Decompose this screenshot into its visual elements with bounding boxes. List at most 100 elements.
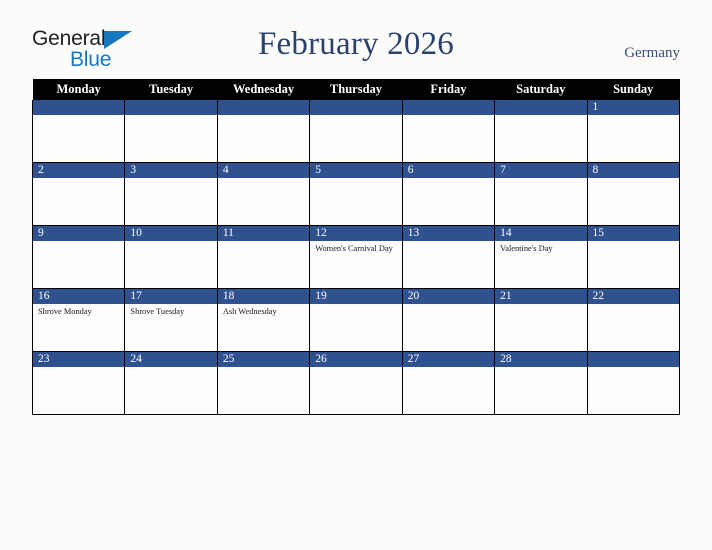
day-cell-inner: 14 Valentine's Day (495, 226, 587, 288)
holiday-event[interactable]: Shrove Monday (38, 307, 119, 318)
day-cell-inner: 25 (217, 352, 310, 414)
calendar-body: 1 2 3 4 5 6 7 8 9 10 11 12 Women's Carnival Day 13 14 V… (31, 100, 681, 415)
calendar-week-row: 23 24 25 26 27 28 (31, 351, 681, 415)
day-number: 7 (495, 163, 587, 178)
day-cell-inner: 13 (402, 226, 495, 288)
day-number: 9 (33, 226, 125, 241)
day-number: 10 (125, 226, 217, 241)
holiday-event[interactable]: Ash Wednesday (223, 307, 304, 318)
calendar-day-cell[interactable]: 25 (216, 351, 311, 415)
day-cell-inner (217, 100, 310, 162)
calendar-empty-cell[interactable] (31, 100, 126, 163)
day-cell-inner: 7 (495, 163, 587, 225)
day-number (495, 100, 587, 115)
day-number: 1 (587, 100, 679, 115)
day-number: 15 (587, 226, 679, 241)
day-number: 28 (495, 352, 587, 367)
page-header: General Blue February 2026 Germany (0, 0, 712, 78)
day-cell-inner (125, 100, 217, 162)
holiday-event[interactable]: Valentine's Day (500, 244, 581, 255)
holiday-event[interactable]: Shrove Tuesday (130, 307, 211, 318)
day-number: 17 (125, 289, 217, 304)
calendar-day-cell[interactable]: 12 Women's Carnival Day (309, 225, 403, 289)
calendar-day-cell[interactable]: 4 (216, 162, 311, 226)
day-cell-inner: 8 (587, 163, 679, 225)
event-list: Ash Wednesday (218, 304, 309, 318)
day-number: 20 (402, 289, 495, 304)
day-cell-inner: 5 (310, 163, 402, 225)
calendar-day-cell[interactable]: 1 (586, 100, 681, 163)
day-cell-inner: 26 (310, 352, 402, 414)
day-number (402, 100, 495, 115)
day-cell-inner: 4 (217, 163, 310, 225)
day-cell-inner: 23 (33, 352, 125, 414)
calendar-empty-cell[interactable] (124, 100, 218, 163)
holiday-event[interactable]: Women's Carnival Day (315, 244, 396, 255)
calendar-day-cell[interactable]: 22 (586, 288, 681, 352)
calendar-day-cell[interactable]: 27 (401, 351, 496, 415)
weekday-header-monday: Monday (32, 79, 125, 100)
day-number: 12 (310, 226, 402, 241)
calendar-day-cell[interactable]: 9 (31, 225, 126, 289)
day-cell-inner: 18 Ash Wednesday (217, 289, 310, 351)
calendar-day-cell[interactable]: 7 (494, 162, 588, 226)
calendar-day-cell[interactable]: 16 Shrove Monday (31, 288, 126, 352)
day-number: 22 (587, 289, 679, 304)
day-number: 4 (217, 163, 310, 178)
country-label: Germany (624, 45, 680, 61)
day-number: 13 (402, 226, 495, 241)
day-cell-inner: 10 (125, 226, 217, 288)
day-number: 19 (310, 289, 402, 304)
calendar-empty-cell[interactable] (309, 100, 403, 163)
calendar-empty-cell[interactable] (216, 100, 311, 163)
calendar-day-cell[interactable]: 21 (494, 288, 588, 352)
weekday-header-friday: Friday (402, 79, 495, 100)
day-cell-inner: 1 (587, 100, 679, 162)
calendar-week-row: 9 10 11 12 Women's Carnival Day 13 14 Valentine… (31, 225, 681, 289)
day-number: 11 (217, 226, 310, 241)
calendar-day-cell[interactable]: 20 (401, 288, 496, 352)
weekday-header-thursday: Thursday (309, 79, 403, 100)
day-cell-inner (33, 100, 125, 162)
calendar-day-cell[interactable]: 3 (124, 162, 218, 226)
day-cell-inner (310, 100, 402, 162)
calendar-day-cell[interactable]: 17 Shrove Tuesday (124, 288, 218, 352)
weekday-header-saturday: Saturday (494, 79, 588, 100)
calendar-day-cell[interactable]: 26 (309, 351, 403, 415)
calendar-day-cell[interactable]: 5 (309, 162, 403, 226)
day-cell-inner: 28 (495, 352, 587, 414)
calendar-day-cell[interactable]: 11 (216, 225, 311, 289)
day-cell-inner: 11 (217, 226, 310, 288)
calendar-empty-cell[interactable] (586, 351, 681, 415)
day-cell-inner: 16 Shrove Monday (33, 289, 125, 351)
calendar-day-cell[interactable]: 24 (124, 351, 218, 415)
event-list: Women's Carnival Day (310, 241, 401, 255)
calendar-empty-cell[interactable] (494, 100, 588, 163)
calendar-day-cell[interactable]: 23 (31, 351, 126, 415)
calendar-day-cell[interactable]: 10 (124, 225, 218, 289)
calendar-day-cell[interactable]: 13 (401, 225, 496, 289)
day-number: 18 (217, 289, 310, 304)
calendar-day-cell[interactable]: 2 (31, 162, 126, 226)
day-cell-inner: 6 (402, 163, 495, 225)
day-number: 5 (310, 163, 402, 178)
calendar-week-row: 16 Shrove Monday 17 Shrove Tuesday 18 Ash Wed… (31, 288, 681, 352)
day-cell-inner (402, 100, 495, 162)
day-cell-inner: 9 (33, 226, 125, 288)
day-number: 21 (495, 289, 587, 304)
calendar-empty-cell[interactable] (401, 100, 496, 163)
calendar-day-cell[interactable]: 8 (586, 162, 681, 226)
calendar-day-cell[interactable]: 15 (586, 225, 681, 289)
calendar-day-cell[interactable]: 28 (494, 351, 588, 415)
calendar-week-row: 2345678 (31, 162, 681, 226)
calendar-day-cell[interactable]: 6 (401, 162, 496, 226)
day-cell-inner: 12 Women's Carnival Day (310, 226, 402, 288)
day-cell-inner: 19 (310, 289, 402, 351)
calendar-day-cell[interactable]: 14 Valentine's Day (494, 225, 588, 289)
day-cell-inner: 22 (587, 289, 679, 351)
calendar-day-cell[interactable]: 19 (309, 288, 403, 352)
day-number: 16 (33, 289, 125, 304)
calendar-week-row: 1 (31, 100, 681, 163)
calendar-day-cell[interactable]: 18 Ash Wednesday (216, 288, 311, 352)
day-cell-inner: 24 (125, 352, 217, 414)
